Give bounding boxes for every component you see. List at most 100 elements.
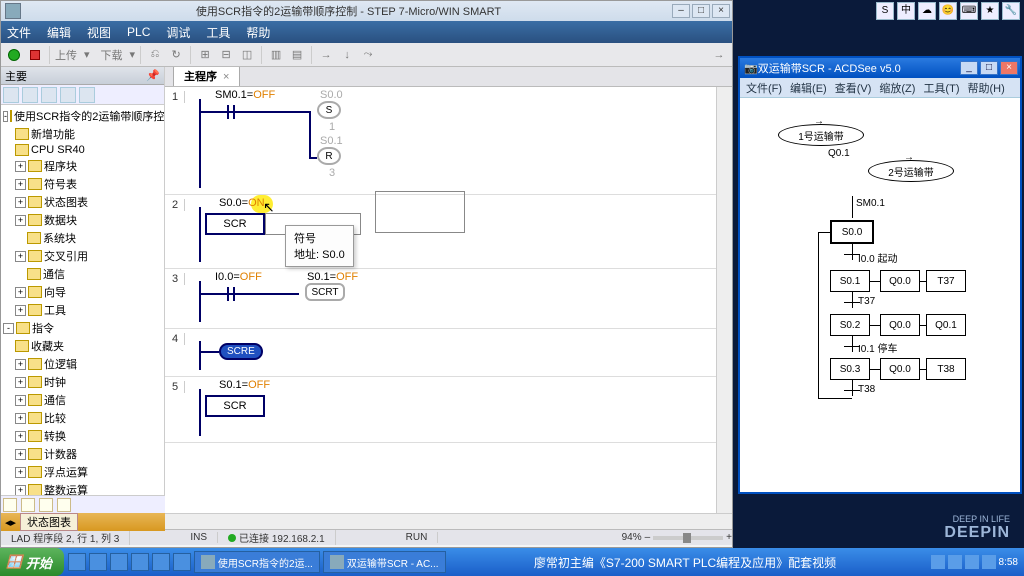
minimize-button[interactable]: _ xyxy=(960,61,978,75)
tree-item[interactable]: 位逻辑 xyxy=(44,356,77,372)
tree-instructions[interactable]: 指令 xyxy=(32,320,54,336)
tree-item[interactable]: 程序块 xyxy=(44,158,77,174)
rung-5[interactable]: 5 S0.1=OFF SCR xyxy=(165,377,732,443)
tb-icon[interactable]: ⤳ xyxy=(359,46,377,64)
connection-status: 已连接 192.168.2.1 xyxy=(239,534,325,545)
tree-item[interactable]: 向导 xyxy=(44,284,66,300)
menu-edit[interactable]: 编辑 xyxy=(47,24,71,41)
scre-block[interactable]: SCRE xyxy=(219,343,263,360)
tree-item[interactable]: 通信 xyxy=(43,266,65,282)
tb-arrow-icon[interactable]: → xyxy=(710,46,728,64)
close-button[interactable]: × xyxy=(712,4,730,18)
tree-item[interactable]: 通信 xyxy=(44,392,66,408)
acdsee-menubar: 文件(F) 编辑(E) 查看(V) 缩放(Z) 工具(T) 帮助(H) xyxy=(740,78,1020,98)
tree-item[interactable]: 系统块 xyxy=(43,230,76,246)
ins-mode: INS xyxy=(180,532,218,543)
tree-item[interactable]: 计数器 xyxy=(44,446,77,462)
tb-icon[interactable]: ▤ xyxy=(288,46,306,64)
tb-icon[interactable]: ⊞ xyxy=(196,46,214,64)
tree-item[interactable]: 交叉引用 xyxy=(44,248,88,264)
marquee-text: 廖常初主编《S7-200 SMART PLC编程及应用》配套视频 xyxy=(446,554,925,571)
ql-icon[interactable] xyxy=(173,553,191,571)
download-label[interactable]: 下载 xyxy=(101,47,123,63)
menu-file[interactable]: 文件 xyxy=(7,24,31,41)
project-tree[interactable]: -使用SCR指令的2运输带顺序控制 新增功能 CPU SR40 +程序块 +符号… xyxy=(1,105,164,513)
tab-close-icon[interactable]: × xyxy=(223,71,229,83)
tree-item[interactable]: 工具 xyxy=(44,302,66,318)
statusbar: LAD 程序段 2, 行 1, 列 3 INS 已连接 192.168.2.1 … xyxy=(1,529,732,545)
menu-item[interactable]: 文件(F) xyxy=(746,80,782,96)
menu-view[interactable]: 视图 xyxy=(87,24,111,41)
plc-titlebar: 使用SCR指令的2运输带顺序控制 - STEP 7-Micro/WIN SMAR… xyxy=(1,1,732,21)
tree-item[interactable]: 转换 xyxy=(44,428,66,444)
acdsee-window: 📷双运输带SCR - ACDSee v5.0 _ □ × 文件(F) 编辑(E)… xyxy=(738,56,1022,494)
acdsee-title: 双运输带SCR - ACDSee v5.0 xyxy=(758,60,960,76)
tree-root[interactable]: 使用SCR指令的2运输带顺序控制 xyxy=(14,108,164,124)
ladder-canvas[interactable]: 1 SM0.1=OFF S0.0 S 1 S0.1 R 3 2 xyxy=(165,87,732,513)
run-button[interactable] xyxy=(5,46,23,64)
tree-item[interactable]: 比较 xyxy=(44,410,66,426)
tree-item[interactable]: 符号表 xyxy=(44,176,77,192)
status-tab[interactable]: 状态图表 xyxy=(20,513,78,531)
menu-debug[interactable]: 调试 xyxy=(166,24,190,41)
tree-item[interactable]: 数据块 xyxy=(44,212,77,228)
rung-1[interactable]: 1 SM0.1=OFF S0.0 S 1 S0.1 R 3 xyxy=(165,87,732,195)
menu-help[interactable]: 帮助 xyxy=(246,24,270,41)
tree-item[interactable]: 新增功能 xyxy=(31,126,75,142)
ql-icon[interactable] xyxy=(89,553,107,571)
menu-item[interactable]: 编辑(E) xyxy=(790,80,827,96)
plc-window: 使用SCR指令的2运输带顺序控制 - STEP 7-Micro/WIN SMAR… xyxy=(0,0,733,548)
tb-icon[interactable]: ▥ xyxy=(267,46,285,64)
scr-block[interactable]: SCR xyxy=(205,213,265,235)
menu-plc[interactable]: PLC xyxy=(127,25,150,39)
clock: 8:58 xyxy=(999,557,1018,568)
rung-3[interactable]: 3 I0.0=OFF S0.1=OFF SCRT xyxy=(165,269,732,329)
maximize-button[interactable]: □ xyxy=(980,61,998,75)
menu-item[interactable]: 帮助(H) xyxy=(967,80,1004,96)
ql-icon[interactable] xyxy=(110,553,128,571)
tree-item[interactable]: 收藏夹 xyxy=(31,338,64,354)
toolbar: 上传 ▾ 下载 ▾ ⎌ ↻ ⊞ ⊟ ◫ ▥ ▤ → ↓ ⤳ → xyxy=(1,43,732,67)
menu-item[interactable]: 工具(T) xyxy=(923,80,959,96)
app-icon xyxy=(5,3,21,19)
vertical-scrollbar[interactable] xyxy=(716,87,732,513)
tb-icon[interactable]: ↻ xyxy=(167,46,185,64)
scr-block[interactable]: SCR xyxy=(205,395,265,417)
ql-icon[interactable] xyxy=(131,553,149,571)
acdsee-titlebar: 📷双运输带SCR - ACDSee v5.0 _ □ × xyxy=(740,58,1020,78)
start-button[interactable]: 🪟 开始 xyxy=(0,548,64,576)
expand-icon[interactable]: - xyxy=(3,111,8,122)
system-tray[interactable]: 8:58 xyxy=(925,555,1024,569)
tree-item[interactable]: 时钟 xyxy=(44,374,66,390)
tb-icon[interactable]: → xyxy=(317,46,335,64)
tb-icon[interactable]: ◫ xyxy=(238,46,256,64)
diagram-view[interactable]: 1号运输带 → Q0.1 2号运输带 → SM0.1 S0.0 I0.0 起动 … xyxy=(740,98,1020,494)
tree-item[interactable]: 状态图表 xyxy=(44,194,88,210)
tb-icon[interactable]: ↓ xyxy=(338,46,356,64)
tb-icon[interactable]: ⎌ xyxy=(146,46,164,64)
maximize-button[interactable]: □ xyxy=(692,4,710,18)
menu-tools[interactable]: 工具 xyxy=(206,24,230,41)
run-mode: RUN xyxy=(396,532,439,543)
minimize-button[interactable]: – xyxy=(672,4,690,18)
taskbar-item[interactable]: 使用SCR指令的2运... xyxy=(194,551,320,573)
rung-4[interactable]: 4 SCRE xyxy=(165,329,732,377)
upload-label[interactable]: 上传 xyxy=(55,47,77,63)
menu-item[interactable]: 缩放(Z) xyxy=(879,80,915,96)
deepin-logo: DEEP IN LIFEDEEPIN xyxy=(944,514,1010,542)
ql-icon[interactable] xyxy=(68,553,86,571)
tree-item[interactable]: CPU SR40 xyxy=(31,144,85,156)
taskbar: 🪟 开始 使用SCR指令的2运... 双运输带SCR - AC... 廖常初主编… xyxy=(0,548,1024,576)
ql-icon[interactable] xyxy=(152,553,170,571)
taskbar-item[interactable]: 双运输带SCR - AC... xyxy=(323,551,446,573)
menu-item[interactable]: 查看(V) xyxy=(835,80,872,96)
tree-item[interactable]: 浮点运算 xyxy=(44,464,88,480)
language-bar[interactable]: S 中 ☁ 😊 ⌨ ★ 🔧 xyxy=(876,2,1020,20)
stop-button[interactable] xyxy=(26,46,44,64)
tb-icon[interactable]: ⊟ xyxy=(217,46,235,64)
close-button[interactable]: × xyxy=(1000,61,1018,75)
editor-tab[interactable]: 主程序× xyxy=(173,67,240,86)
rung-2[interactable]: 2 S0.0=ON ↖ SCR 符号 地址: S0.0 xyxy=(165,195,732,269)
sidebar-pin-icon[interactable]: 📌 xyxy=(146,69,160,82)
zoom-control[interactable]: 94%–+ xyxy=(622,532,732,543)
